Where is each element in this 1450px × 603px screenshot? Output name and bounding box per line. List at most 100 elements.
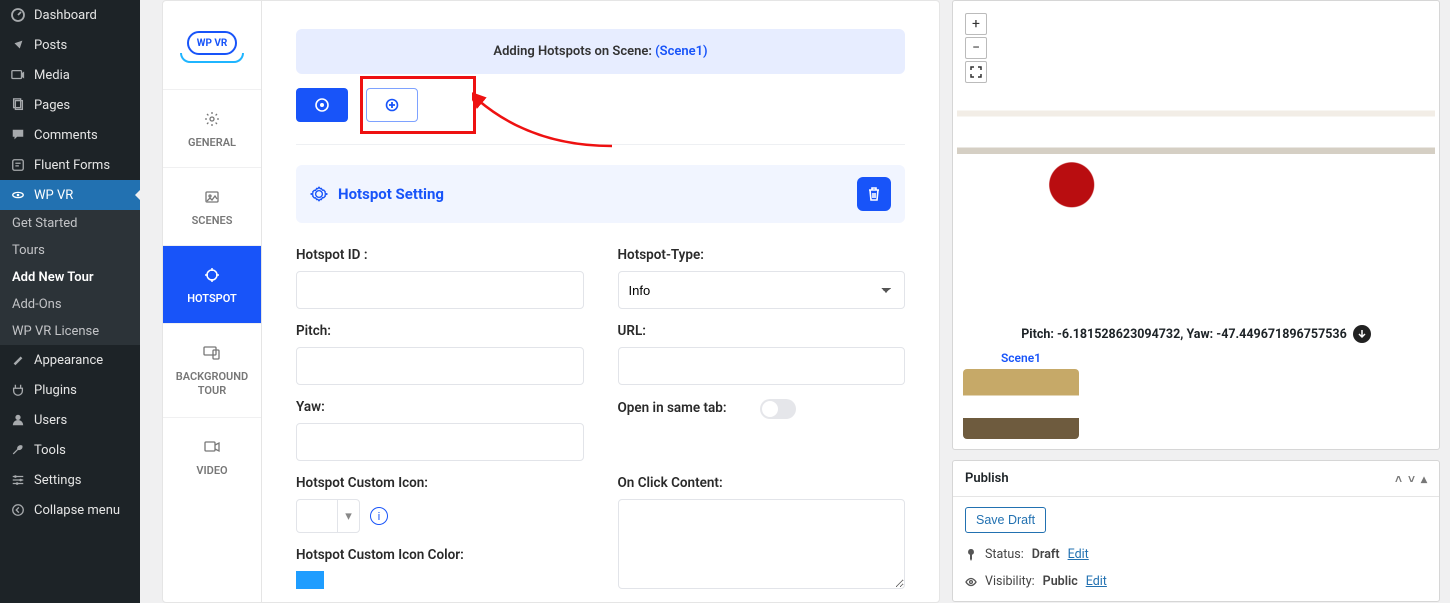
tab-general[interactable]: GENERAL xyxy=(163,90,261,168)
preview-controls: + − xyxy=(965,13,987,83)
visibility-edit-link[interactable]: Edit xyxy=(1086,574,1107,589)
menu-plugins[interactable]: Plugins xyxy=(0,375,140,405)
label-hotspot-id: Hotspot ID : xyxy=(296,247,584,263)
tour-editor: WP VR GENERAL SCENES HOTSPOT BACKGROUND … xyxy=(140,0,940,603)
user-icon xyxy=(10,412,26,428)
publish-box: Publish ˄ ˅ ▴ Save Draft Status: Draft E… xyxy=(952,460,1440,602)
input-url[interactable] xyxy=(618,347,906,385)
hotspot-setting-title: Hotspot Setting xyxy=(338,185,444,203)
submenu-addons[interactable]: Add-Ons xyxy=(0,291,140,318)
label-custom-icon: Hotspot Custom Icon: xyxy=(296,475,584,491)
video-icon xyxy=(203,438,221,456)
callout-arrow-icon xyxy=(472,86,642,166)
preview-box: + − Pitch: -6.181528623094732, Yaw: -47.… xyxy=(952,0,1440,450)
wp-admin-sidebar: Dashboard Posts Media Pages Comments Flu… xyxy=(0,0,140,603)
wpvr-logo-badge: WP VR xyxy=(187,31,237,55)
hotspot-form: Hotspot ID : Hotspot-Type: Info Pitch: U… xyxy=(296,247,905,603)
label-icon-color: Hotspot Custom Icon Color: xyxy=(296,547,584,563)
menu-settings[interactable]: Settings xyxy=(0,465,140,495)
tab-background-tour[interactable]: BACKGROUND TOUR xyxy=(163,324,261,418)
tab-video[interactable]: VIDEO xyxy=(163,418,261,495)
menu-comments-label: Comments xyxy=(34,128,98,143)
publish-title: Publish xyxy=(965,471,1009,486)
menu-collapse[interactable]: Collapse menu xyxy=(0,495,140,525)
tour-tabs: WP VR GENERAL SCENES HOTSPOT BACKGROUND … xyxy=(162,0,262,603)
select-hotspot-type[interactable]: Info xyxy=(618,271,906,309)
vr-icon xyxy=(10,187,26,203)
status-value: Draft xyxy=(1032,547,1060,562)
dropdown-custom-icon[interactable]: ▾ xyxy=(296,499,360,533)
brush-icon xyxy=(10,352,26,368)
tab-scenes[interactable]: SCENES xyxy=(163,168,261,246)
tab-background-tour-label: BACKGROUND TOUR xyxy=(167,370,257,399)
input-pitch[interactable] xyxy=(296,347,584,385)
label-open-same-tab: Open in same tab: xyxy=(618,400,727,416)
dashboard-icon xyxy=(10,7,26,23)
zoom-in-button[interactable]: + xyxy=(965,13,987,35)
menu-appearance-label: Appearance xyxy=(34,353,103,368)
save-draft-button[interactable]: Save Draft xyxy=(965,507,1046,533)
hotspot-tab-current[interactable] xyxy=(296,88,348,122)
pages-icon xyxy=(10,97,26,113)
menu-users-label: Users xyxy=(34,413,67,428)
banner-scene-link[interactable]: (Scene1) xyxy=(655,44,707,59)
menu-appearance[interactable]: Appearance xyxy=(0,345,140,375)
menu-users[interactable]: Users xyxy=(0,405,140,435)
target-icon xyxy=(203,266,221,284)
zoom-out-button[interactable]: − xyxy=(965,37,987,59)
scene-thumbnail-label: Scene1 xyxy=(1001,351,1041,365)
info-icon[interactable]: i xyxy=(370,507,388,525)
submenu-add-new-tour[interactable]: Add New Tour xyxy=(0,264,140,291)
menu-wpvr-label: WP VR xyxy=(34,188,73,203)
wpvr-logo: WP VR xyxy=(163,1,261,90)
pin-icon xyxy=(10,37,26,53)
menu-dashboard-label: Dashboard xyxy=(34,8,97,23)
visibility-value: Public xyxy=(1043,574,1078,589)
delete-hotspot-button[interactable] xyxy=(857,177,891,211)
download-icon[interactable] xyxy=(1353,325,1371,343)
panel-toggle-button[interactable]: ▴ xyxy=(1421,472,1427,486)
panel-down-button[interactable]: ˅ xyxy=(1408,472,1415,486)
main-area: WP VR GENERAL SCENES HOTSPOT BACKGROUND … xyxy=(140,0,1450,603)
wrench-icon xyxy=(10,442,26,458)
scene-thumbnail[interactable]: Scene1 xyxy=(961,351,1081,439)
banner-prefix: Adding Hotspots on Scene: xyxy=(493,44,655,59)
menu-comments[interactable]: Comments xyxy=(0,120,140,150)
input-hotspot-id[interactable] xyxy=(296,271,584,309)
menu-collapse-label: Collapse menu xyxy=(34,503,120,518)
panorama-preview[interactable]: + − xyxy=(957,5,1435,315)
pitch-yaw-readout: Pitch: -6.181528623094732, Yaw: -47.4496… xyxy=(957,315,1435,347)
menu-fluentforms[interactable]: Fluent Forms xyxy=(0,150,140,180)
menu-dashboard[interactable]: Dashboard xyxy=(0,0,140,30)
hotspot-tab-add[interactable] xyxy=(366,88,418,122)
menu-wpvr[interactable]: WP VR xyxy=(0,180,140,210)
menu-tools[interactable]: Tools xyxy=(0,435,140,465)
menu-pages[interactable]: Pages xyxy=(0,90,140,120)
gear-icon xyxy=(203,110,221,128)
panel-up-button[interactable]: ˄ xyxy=(1395,472,1402,486)
label-pitch: Pitch: xyxy=(296,323,584,339)
hotspot-panel: Adding Hotspots on Scene: (Scene1) xyxy=(262,0,940,603)
fullscreen-button[interactable] xyxy=(965,61,987,83)
scene-thumbnail-image xyxy=(963,369,1079,439)
label-on-click: On Click Content: xyxy=(618,475,906,491)
tab-hotspot[interactable]: HOTSPOT xyxy=(163,246,261,324)
submenu-tours[interactable]: Tours xyxy=(0,237,140,264)
hotspot-setting-header: Hotspot Setting xyxy=(296,165,905,223)
status-edit-link[interactable]: Edit xyxy=(1068,547,1089,562)
scene-banner: Adding Hotspots on Scene: (Scene1) xyxy=(296,29,905,74)
menu-posts[interactable]: Posts xyxy=(0,30,140,60)
chevron-down-icon: ▾ xyxy=(337,500,359,532)
submenu-license[interactable]: WP VR License xyxy=(0,318,140,345)
menu-plugins-label: Plugins xyxy=(34,383,77,398)
separator xyxy=(296,144,905,145)
submenu-get-started[interactable]: Get Started xyxy=(0,210,140,237)
toggle-open-same-tab[interactable] xyxy=(760,399,796,419)
menu-media[interactable]: Media xyxy=(0,60,140,90)
hotspot-tabs-row xyxy=(296,88,905,122)
image-icon xyxy=(203,188,221,206)
menu-settings-label: Settings xyxy=(34,473,81,488)
input-yaw[interactable] xyxy=(296,423,584,461)
textarea-on-click[interactable] xyxy=(618,499,906,589)
color-swatch[interactable] xyxy=(296,571,324,589)
